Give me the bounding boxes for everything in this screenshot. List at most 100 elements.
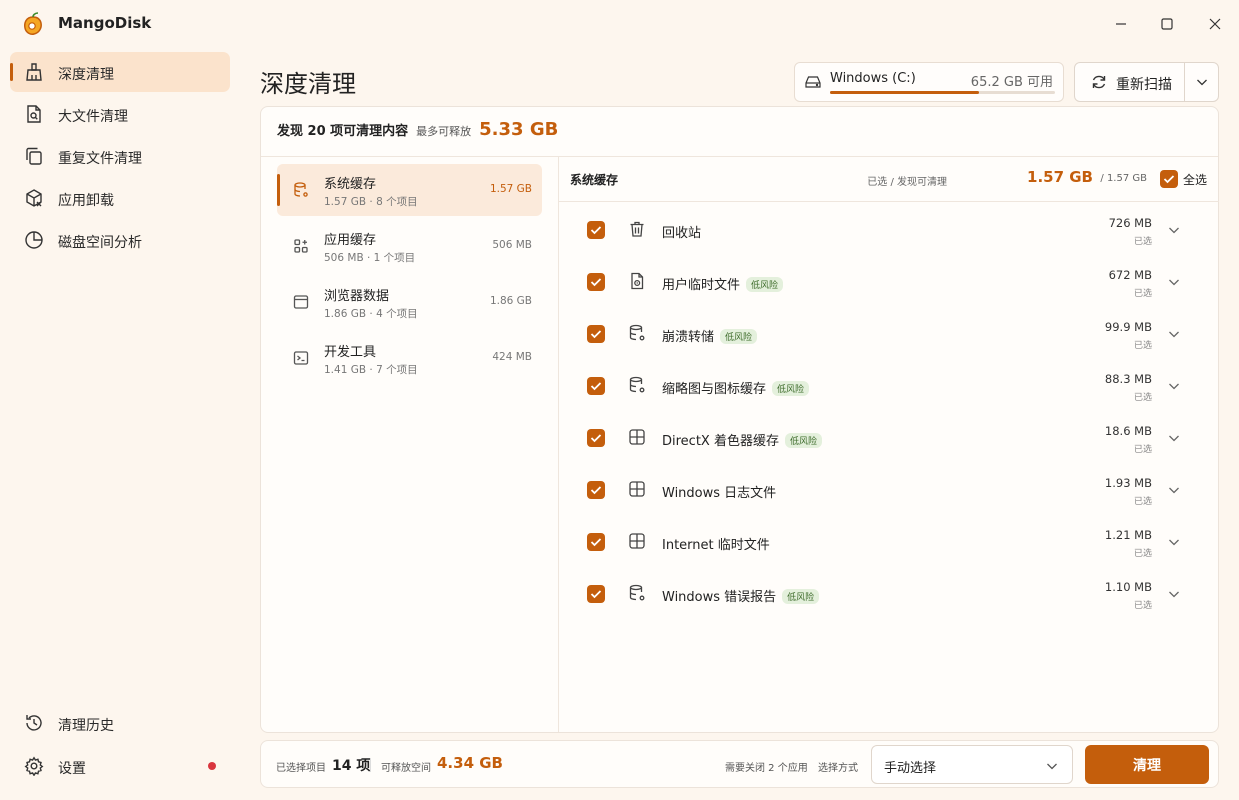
- sidebar-item-label: 深度清理: [58, 67, 114, 83]
- releasable-value: 4.34 GB: [437, 754, 503, 772]
- item-name-text: 缩略图与图标缓存: [662, 382, 767, 397]
- cleanup-item-row[interactable]: 崩溃转储 低风险 99.9 MB 已选: [558, 308, 1219, 360]
- category-dev-tools[interactable]: 开发工具 1.41 GB · 7 个项目 424 MB: [277, 332, 542, 384]
- item-status: 已选: [1133, 445, 1152, 455]
- sidebar-item-uninstall[interactable]: 应用卸载: [10, 178, 230, 218]
- copy-icon: [26, 147, 42, 165]
- cleanup-item-row[interactable]: 缩略图与图标缓存 低风险 88.3 MB 已选: [558, 360, 1219, 412]
- selection-mode-select[interactable]: 手动选择: [871, 745, 1073, 784]
- item-checkbox[interactable]: [587, 221, 605, 239]
- category-system-cache[interactable]: 系统缓存 1.57 GB · 8 个项目 1.57 GB: [277, 164, 542, 216]
- item-checkbox[interactable]: [587, 377, 605, 395]
- item-checkbox[interactable]: [587, 533, 605, 551]
- select-all-label: 全选: [1182, 173, 1207, 187]
- summary-sub-label: 最多可释放: [416, 125, 472, 138]
- title-bar: MangoDisk: [0, 0, 1239, 48]
- sidebar-item-duplicate-files[interactable]: 重复文件清理: [10, 136, 230, 176]
- sidebar-item-deep-clean[interactable]: 深度清理: [10, 52, 230, 92]
- item-size: 726 MB: [1108, 216, 1152, 230]
- drive-usage-fill: [830, 91, 979, 94]
- item-checkbox[interactable]: [587, 429, 605, 447]
- maximize-button[interactable]: [1144, 8, 1190, 40]
- summary-total-size: 5.33 GB: [479, 119, 559, 140]
- chevron-down-icon[interactable]: [1168, 485, 1180, 495]
- category-meta: 1.41 GB · 7 个项目: [324, 364, 418, 376]
- page-title: 深度清理: [260, 70, 356, 98]
- rescan-button[interactable]: 重新扫描: [1075, 63, 1184, 101]
- maximize-icon: [1161, 18, 1173, 30]
- select-all-checkbox[interactable]: [1160, 170, 1178, 188]
- drive-selector[interactable]: Windows (C:) 65.2 GB 可用: [794, 62, 1064, 102]
- sidebar-item-disk-analysis[interactable]: 磁盘空间分析: [10, 220, 230, 260]
- selected-items-label: 已选择项目: [276, 763, 326, 774]
- chevron-down-icon[interactable]: [1168, 537, 1180, 547]
- cleanup-item-row[interactable]: Internet 临时文件 1.21 MB 已选: [558, 516, 1219, 568]
- category-name: 应用缓存: [324, 233, 377, 248]
- item-size: 672 MB: [1108, 268, 1152, 282]
- chevron-down-icon[interactable]: [1168, 225, 1180, 235]
- selected-items-value: 14 项: [332, 758, 371, 774]
- database-gear-icon: [294, 182, 308, 197]
- item-name-text: 回收站: [662, 226, 702, 241]
- item-checkbox[interactable]: [587, 585, 605, 603]
- terminal-icon: [293, 351, 309, 365]
- category-browser-data[interactable]: 浏览器数据 1.86 GB · 4 个项目 1.86 GB: [277, 276, 542, 328]
- broom-icon: [26, 63, 42, 81]
- cleanup-item-row[interactable]: Windows 错误报告 低风险 1.10 MB 已选: [558, 568, 1219, 620]
- apps-icon: [294, 239, 308, 253]
- browser-window-icon: [293, 295, 309, 309]
- item-checkbox[interactable]: [587, 273, 605, 291]
- app-title: MangoDisk: [58, 14, 152, 32]
- item-status: 已选: [1133, 497, 1152, 507]
- chevron-down-icon: [1197, 79, 1207, 86]
- item-checkbox[interactable]: [587, 325, 605, 343]
- item-status: 已选: [1133, 393, 1152, 403]
- rescan-dropdown-button[interactable]: [1185, 63, 1219, 101]
- item-name: 回收站: [662, 222, 701, 241]
- chevron-down-icon[interactable]: [1168, 589, 1180, 599]
- item-checkbox[interactable]: [587, 481, 605, 499]
- cleanup-item-row[interactable]: 回收站 726 MB 已选: [558, 204, 1219, 256]
- item-name-text: Windows 日志文件: [662, 486, 777, 501]
- item-size: 1.21 MB: [1104, 528, 1152, 542]
- close-apps-notice: 需要关闭 2 个应用: [725, 763, 808, 774]
- risk-badge: 低风险: [746, 277, 784, 292]
- chevron-down-icon[interactable]: [1168, 433, 1180, 443]
- category-app-cache[interactable]: 应用缓存 506 MB · 1 个项目 506 MB: [277, 220, 542, 272]
- selection-mode-value: 手动选择: [884, 761, 937, 776]
- chevron-down-icon[interactable]: [1168, 329, 1180, 339]
- hard-drive-icon: [805, 76, 821, 88]
- cleanup-item-row[interactable]: DirectX 着色器缓存 低风险 18.6 MB 已选: [558, 412, 1219, 464]
- sidebar-item-label: 应用卸载: [58, 193, 114, 209]
- item-name: 崩溃转储 低风险: [662, 326, 758, 345]
- sidebar: 深度清理 大文件清理 重复文件清理 应用卸载 磁盘空间分析 清理历史 设置: [0, 48, 240, 800]
- scan-summary: 发现 20 项可清理内容 最多可释放 5.33 GB: [277, 119, 558, 145]
- cleanup-item-row[interactable]: 用户临时文件 低风险 672 MB 已选: [558, 256, 1219, 308]
- sidebar-item-large-files[interactable]: 大文件清理: [10, 94, 230, 134]
- item-status: 已选: [1133, 341, 1152, 351]
- sidebar-item-history[interactable]: 清理历史: [10, 703, 230, 743]
- minimize-button[interactable]: [1098, 8, 1144, 40]
- drive-free-space: 65.2 GB 可用: [970, 75, 1053, 90]
- windows-icon: [629, 533, 645, 549]
- item-name: 用户临时文件 低风险: [662, 274, 784, 293]
- gear-icon: [24, 756, 44, 776]
- mango-logo-icon: [24, 12, 42, 35]
- chevron-down-icon[interactable]: [1168, 381, 1180, 391]
- trash-icon: [630, 221, 644, 237]
- close-button[interactable]: [1192, 8, 1238, 40]
- sidebar-item-label: 设置: [58, 761, 86, 777]
- item-name: Internet 临时文件: [662, 534, 770, 553]
- notification-dot: [208, 762, 216, 770]
- rescan-label: 重新扫描: [1116, 77, 1172, 93]
- cleanup-item-row[interactable]: Windows 日志文件 1.93 MB 已选: [558, 464, 1219, 516]
- item-name-text: Windows 错误报告: [662, 590, 777, 605]
- item-size: 1.93 MB: [1104, 476, 1152, 490]
- category-size: 424 MB: [492, 351, 532, 363]
- category-meta: 1.86 GB · 4 个项目: [324, 308, 418, 320]
- sidebar-item-settings[interactable]: 设置: [10, 746, 230, 786]
- item-size: 88.3 MB: [1104, 372, 1152, 386]
- rescan-split-button: 重新扫描: [1074, 62, 1219, 102]
- chevron-down-icon[interactable]: [1168, 277, 1180, 287]
- clean-button[interactable]: 清理: [1085, 745, 1209, 784]
